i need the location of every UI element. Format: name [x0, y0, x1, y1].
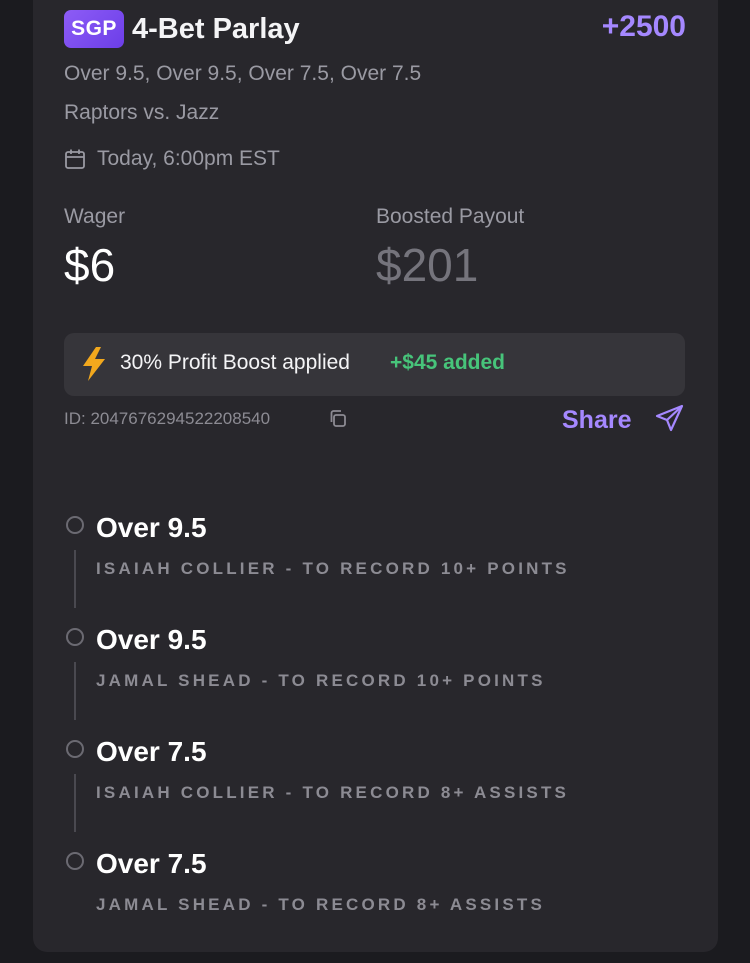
leg-connector — [74, 662, 76, 720]
bet-title: 4-Bet Parlay — [132, 13, 300, 45]
leg-status-icon — [66, 740, 84, 758]
leg-title: Over 7.5 — [96, 736, 207, 767]
bet-odds: +2500 — [601, 10, 686, 43]
send-icon[interactable] — [654, 403, 685, 434]
leg-description: ISAIAH COLLIER - TO RECORD 10+ POINTS — [96, 559, 570, 578]
leg-status-icon — [66, 516, 84, 534]
payout-label: Boosted Payout — [376, 205, 525, 228]
leg-connector — [74, 774, 76, 832]
boost-added-amount: +$45 added — [390, 351, 505, 374]
leg-description: JAMAL SHEAD - TO RECORD 8+ ASSISTS — [96, 895, 546, 914]
wager-value: $6 — [64, 239, 116, 291]
event-datetime: Today, 6:00pm EST — [97, 147, 280, 170]
boost-text: 30% Profit Boost applied — [120, 351, 350, 374]
leg-description: ISAIAH COLLIER - TO RECORD 8+ ASSISTS — [96, 783, 570, 802]
selections-summary: Over 9.5, Over 9.5, Over 7.5, Over 7.5 — [64, 62, 422, 85]
calendar-icon — [65, 149, 85, 169]
copy-icon[interactable] — [328, 409, 347, 428]
matchup: Raptors vs. Jazz — [64, 101, 220, 124]
wager-label: Wager — [64, 205, 126, 228]
payout-value: $201 — [376, 239, 479, 291]
leg-status-icon — [66, 628, 84, 646]
sgp-badge: SGP — [64, 10, 124, 48]
lightning-bolt-icon — [83, 347, 105, 381]
bet-card — [33, 0, 718, 952]
leg-status-icon — [66, 852, 84, 870]
leg-title: Over 9.5 — [96, 624, 207, 655]
bet-id: ID: 2047676294522208540 — [64, 409, 271, 428]
leg-title: Over 7.5 — [96, 848, 207, 879]
leg-connector — [74, 550, 76, 608]
leg-title: Over 9.5 — [96, 512, 207, 543]
share-button[interactable]: Share — [562, 404, 631, 436]
leg-description: JAMAL SHEAD - TO RECORD 10+ POINTS — [96, 671, 546, 690]
